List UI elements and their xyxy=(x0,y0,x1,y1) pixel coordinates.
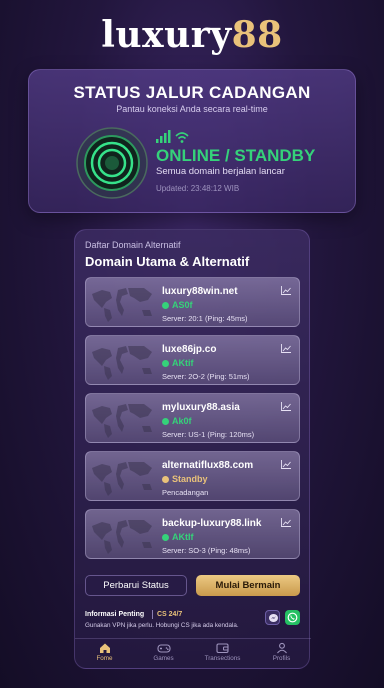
nav-home-label: Fome xyxy=(96,655,113,662)
domain-server-info: Server: SO-3 (Ping: 48ms) xyxy=(162,546,251,555)
info-divider xyxy=(152,610,153,619)
domain-name: alternatiflux88.com xyxy=(162,460,254,471)
domain-status: AKtif xyxy=(162,358,194,368)
info-text: Gunakan VPN jika perlu. Hobungi CS jika … xyxy=(85,622,239,629)
nav-transactions[interactable]: Transections xyxy=(193,640,252,668)
world-map-icon xyxy=(92,346,152,380)
domain-status-label: AS0f xyxy=(172,300,193,310)
nav-profile-label: Profils xyxy=(272,655,291,662)
profile-icon xyxy=(276,642,287,654)
domain-server-info: Server: US-1 (Ping: 120ms) xyxy=(162,430,255,439)
stats-chart-icon[interactable] xyxy=(281,344,291,353)
nav-profile[interactable]: Profils xyxy=(252,640,311,668)
nav-games-label: Games xyxy=(153,655,174,662)
signal-wifi-icon xyxy=(156,130,189,143)
info-cs: CS 24/7 xyxy=(157,611,183,618)
stats-chart-icon[interactable] xyxy=(281,402,291,411)
bottom-nav: Fome Games Transections Profils xyxy=(75,640,311,668)
start-playing-button[interactable]: Mulai Bermain xyxy=(196,575,300,596)
domain-status: AS0f xyxy=(162,300,193,310)
domain-card[interactable]: luxe86jp.co AKtif Server: 2O-2 (Ping: 51ms… xyxy=(85,335,300,385)
domain-server-info: Server: 20:1 (Ping: 45ms) xyxy=(162,314,248,323)
domain-name: myluxury88.asia xyxy=(162,402,240,413)
domain-card[interactable]: alternatiflux88.com Standby Pencadangan xyxy=(85,451,300,501)
domain-panel: Daftar Domain Alternatif Domain Utama & … xyxy=(74,229,311,669)
stats-chart-icon[interactable] xyxy=(281,286,291,295)
world-map-icon xyxy=(92,520,152,554)
world-map-icon xyxy=(92,404,152,438)
stats-chart-icon[interactable] xyxy=(281,460,291,469)
domain-status: Standby xyxy=(162,474,208,484)
domain-status-label: AKtIf xyxy=(172,532,194,542)
status-dot-icon xyxy=(162,475,169,483)
domain-status: Ak0f xyxy=(162,416,192,426)
connection-state: ONLINE / STANDBY xyxy=(156,146,316,165)
radar-icon xyxy=(76,127,148,199)
logo-word: luxury xyxy=(101,14,232,56)
nav-games[interactable]: Games xyxy=(134,640,193,668)
nav-transactions-label: Transections xyxy=(204,655,241,662)
domain-status: AKtIf xyxy=(162,532,194,542)
whatsapp-icon[interactable] xyxy=(285,610,300,625)
domain-card[interactable]: backup-luxury88.link AKtIf Server: SO-3 (P… xyxy=(85,509,300,559)
domain-card[interactable]: luxury88win.net AS0f Server: 20:1 (Ping: 4… xyxy=(85,277,300,327)
nav-home[interactable]: Fome xyxy=(75,640,134,668)
info-title: Informasi Penting xyxy=(85,611,145,618)
domain-server-info: Server: 2O-2 (Ping: 51ms) xyxy=(162,372,250,381)
updated-time: Updated: 23:48:12 WIB xyxy=(156,184,240,193)
home-icon xyxy=(99,643,110,653)
panel-title: Domain Utama & Alternatif xyxy=(85,254,250,269)
domain-server-info: Pencadangan xyxy=(162,488,209,497)
status-dot-icon xyxy=(162,533,169,541)
status-card: STATUS JALUR CADANGAN Pantau koneksi And… xyxy=(28,69,356,213)
domain-name: luxe86jp.co xyxy=(162,344,217,355)
status-dot-icon xyxy=(162,417,169,425)
domain-status-label: AKtif xyxy=(172,358,194,368)
world-map-icon xyxy=(92,288,152,322)
panel-kicker: Daftar Domain Alternatif xyxy=(85,240,181,250)
domain-name: luxury88win.net xyxy=(162,286,238,297)
status-title: STATUS JALUR CADANGAN xyxy=(73,83,311,102)
status-dot-icon xyxy=(162,359,169,367)
domain-name: backup-luxury88.link xyxy=(162,518,262,529)
world-map-icon xyxy=(92,462,152,496)
messenger-icon[interactable] xyxy=(265,610,280,625)
domain-card[interactable]: myluxury88.asia Ak0f Server: US-1 (Ping: 1… xyxy=(85,393,300,443)
status-dot-icon xyxy=(162,301,169,309)
refresh-status-button[interactable]: Perbarui Status xyxy=(85,575,187,596)
nav-divider xyxy=(75,638,311,639)
stats-chart-icon[interactable] xyxy=(281,518,291,527)
gamepad-icon xyxy=(156,644,171,653)
brand-logo: luxury88 xyxy=(0,14,384,56)
domain-status-label: Ak0f xyxy=(172,416,192,426)
domain-status-label: Standby xyxy=(172,474,208,484)
info-banner: Informasi Penting CS 24/7 Gunakan VPN ji… xyxy=(85,608,305,634)
logo-number: 88 xyxy=(231,14,283,56)
connection-note: Semua domain berjalan lancar xyxy=(156,166,285,177)
status-subtitle: Pantau koneksi Anda secara real-time xyxy=(116,104,268,114)
wallet-icon xyxy=(216,643,229,654)
